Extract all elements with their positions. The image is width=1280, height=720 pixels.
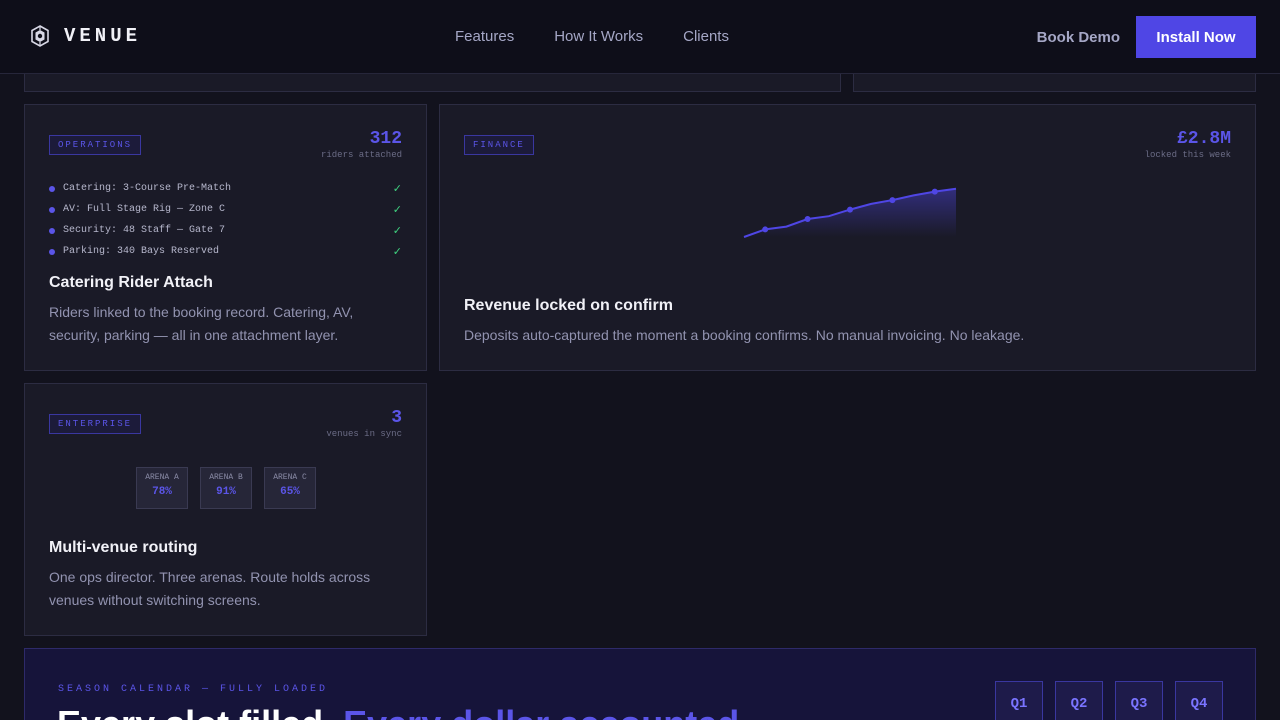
revenue-area-chart (743, 187, 957, 238)
chart-point (847, 206, 853, 213)
stat-label: riders attached (320, 150, 402, 160)
stat-value: 3 (391, 408, 402, 428)
section-headline: Every slot filled. Every dollar accounte… (57, 703, 749, 720)
chart-point (889, 197, 896, 204)
nav-link-features[interactable]: Features (455, 28, 514, 45)
venue-grid: ARENA A 78% ARENA B 91% ARENA C 65% (136, 467, 316, 509)
book-demo-link[interactable]: Book Demo (1037, 29, 1120, 46)
rider-list: Catering: 3-Course Pre-Match ✓ AV: Full … (49, 178, 402, 262)
nav-actions: Book Demo Install Now (1037, 16, 1256, 58)
nav-links: Features How It Works Clients (455, 28, 729, 45)
check-icon: ✓ (392, 225, 402, 238)
brand-name: VENUE (64, 25, 142, 47)
card-tag: ENTERPRISE (49, 414, 142, 434)
card-title: Catering Rider Attach (49, 274, 213, 291)
rider-label: Security: 48 Staff — Gate 7 (63, 225, 226, 236)
bullet-dot-icon (49, 206, 55, 213)
card-stat: 3 venues in sync (326, 408, 402, 439)
bullet-dot-icon (49, 248, 55, 255)
top-nav: VENUE Features How It Works Clients Book… (0, 0, 1280, 74)
card-description: Deposits auto-captured the moment a book… (464, 327, 1025, 343)
quarter-button-q3[interactable]: Q3 (1115, 681, 1163, 720)
section-eyebrow: SEASON CALENDAR — FULLY LOADED (58, 684, 329, 695)
venue-tile[interactable]: ARENA A 78% (136, 467, 188, 509)
check-icon: ✓ (392, 204, 402, 217)
card-description: Riders linked to the booking record. Cat… (49, 304, 354, 343)
card-title: Multi-venue routing (49, 539, 198, 556)
card-stat: 312 riders attached (321, 129, 402, 160)
venue-name: ARENA A (145, 473, 179, 482)
nav-link-clients[interactable]: Clients (683, 28, 729, 45)
venue-utilization: 65% (280, 486, 300, 498)
chart-point (931, 188, 938, 195)
venue-tile[interactable]: ARENA C 65% (264, 467, 316, 509)
season-calendar-panel: SEASON CALENDAR — FULLY LOADED Every slo… (24, 648, 1256, 720)
card-revenue: FINANCE £2.8M locked this week Revenue l… (439, 104, 1256, 371)
list-item: AV: Full Stage Rig — Zone C ✓ (49, 199, 402, 220)
card-tag: OPERATIONS (49, 135, 142, 155)
venue-name: ARENA B (209, 473, 243, 482)
bullet-dot-icon (49, 185, 55, 192)
venue-utilization: 91% (216, 486, 236, 498)
brand-mark-icon (31, 25, 49, 47)
stat-value: £2.8M (1176, 129, 1231, 149)
card-stat: £2.8M locked this week (1145, 129, 1231, 160)
list-item: Security: 48 Staff — Gate 7 ✓ (49, 220, 402, 241)
quarter-selector: Q1 Q2 Q3 Q4 (995, 681, 1223, 720)
check-icon: ✓ (392, 246, 402, 259)
install-now-button[interactable]: Install Now (1136, 16, 1256, 58)
card-description: One ops director. Three arenas. Route ho… (49, 569, 371, 608)
quarter-button-q4[interactable]: Q4 (1175, 681, 1223, 720)
card-title: Revenue locked on confirm (464, 297, 673, 314)
headline-main: Every slot filled. (57, 703, 333, 720)
headline-accent: Every dollar accounted. (343, 703, 749, 720)
stat-label: venues in sync (326, 429, 402, 439)
check-icon: ✓ (392, 183, 402, 196)
venue-name: ARENA C (273, 473, 307, 482)
quarter-button-q1[interactable]: Q1 (995, 681, 1043, 720)
rider-label: AV: Full Stage Rig — Zone C (63, 204, 226, 215)
rider-label: Parking: 340 Bays Reserved (63, 246, 220, 257)
list-item: Catering: 3-Course Pre-Match ✓ (49, 178, 402, 199)
rider-label: Catering: 3-Course Pre-Match (63, 183, 232, 194)
chart-point (804, 216, 811, 223)
quarter-button-q2[interactable]: Q2 (1055, 681, 1103, 720)
card-catering-rider: OPERATIONS 312 riders attached Catering:… (24, 104, 427, 371)
venue-tile[interactable]: ARENA B 91% (200, 467, 252, 509)
stat-value: 312 (369, 129, 402, 149)
bullet-dot-icon (49, 227, 55, 234)
nav-link-how-it-works[interactable]: How It Works (554, 28, 643, 45)
stat-label: locked this week (1144, 150, 1231, 160)
card-tag: FINANCE (464, 135, 534, 155)
brand-logo[interactable]: VENUE (28, 24, 141, 48)
chart-point (762, 226, 769, 233)
chart-area-fill (744, 188, 956, 237)
card-multi-venue: ENTERPRISE 3 venues in sync ARENA A 78% … (24, 383, 427, 636)
venue-utilization: 78% (152, 486, 172, 498)
list-item: Parking: 340 Bays Reserved ✓ (49, 241, 402, 262)
